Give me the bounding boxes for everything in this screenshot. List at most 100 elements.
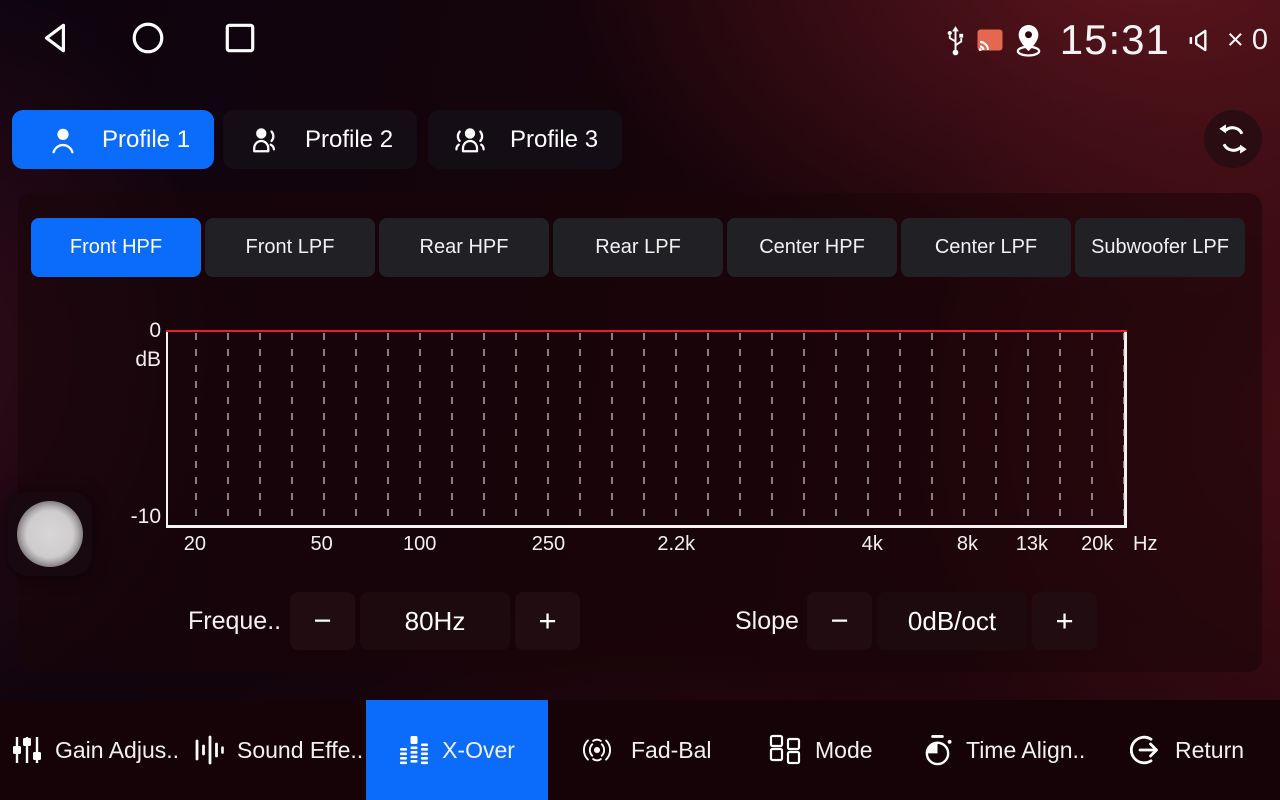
nav-xover[interactable]: X-Over <box>366 700 548 800</box>
sound-effect-icon <box>194 735 224 765</box>
frequency-minus-button[interactable]: − <box>290 592 355 650</box>
status-bar: 15:31 × 0 <box>0 0 1280 80</box>
home-button[interactable] <box>128 18 168 58</box>
nav-return-label: Return <box>1175 737 1244 764</box>
recents-button[interactable] <box>220 18 260 58</box>
gridline <box>547 333 549 525</box>
chart-x-ticks: 20501002502.2k4k8k13k20k <box>166 533 1127 559</box>
slope-value: 0dB/oct <box>877 592 1027 650</box>
mode-icon <box>768 734 802 766</box>
nav-fad-bal[interactable]: Fad-Bal <box>576 700 712 800</box>
gridline <box>355 333 357 525</box>
tab-center-hpf[interactable]: Center HPF <box>727 218 897 277</box>
xover-panel: Front HPF Front LPF Rear HPF Rear LPF Ce… <box>18 193 1262 672</box>
slope-label: Slope <box>735 592 799 650</box>
x-tick-label: 250 <box>532 533 565 556</box>
gridline <box>771 333 773 525</box>
frequency-response-chart <box>166 330 1127 528</box>
nav-sound-effect[interactable]: Sound Effe.. <box>194 700 363 800</box>
gridline <box>643 333 645 525</box>
nav-fad-label: Fad-Bal <box>631 737 712 764</box>
stopwatch-icon <box>922 734 953 767</box>
gridline <box>1059 333 1061 525</box>
equalizer-icon <box>399 735 429 765</box>
gridline <box>259 333 261 525</box>
tab-front-lpf[interactable]: Front LPF <box>205 218 375 277</box>
gridline <box>803 333 805 525</box>
gridline <box>963 333 965 525</box>
users-3-icon <box>454 125 486 155</box>
gridline <box>995 333 997 525</box>
gridline <box>419 333 421 525</box>
gridline <box>451 333 453 525</box>
gridline <box>515 333 517 525</box>
nav-gain-adjust[interactable]: Gain Adjus.. <box>12 700 179 800</box>
profile-1-button[interactable]: Profile 1 <box>12 110 214 169</box>
frequency-plus-button[interactable]: + <box>515 592 580 650</box>
nav-mode[interactable]: Mode <box>768 700 873 800</box>
cast-icon <box>977 29 1003 51</box>
tab-rear-hpf[interactable]: Rear HPF <box>379 218 549 277</box>
profile-2-label: Profile 2 <box>305 126 393 154</box>
x-tick-label: 20 <box>184 533 206 556</box>
android-nav <box>36 18 260 58</box>
x-tick-label: 20k <box>1081 533 1113 556</box>
nav-xover-label: X-Over <box>442 737 515 764</box>
location-icon <box>1014 24 1043 57</box>
frequency-label: Freque.. <box>188 592 281 650</box>
gridline <box>1091 333 1093 525</box>
floating-knob-widget[interactable] <box>8 492 92 576</box>
y-axis-bottom-label: -10 <box>113 505 161 529</box>
slope-minus-button[interactable]: − <box>807 592 872 650</box>
profile-3-button[interactable]: Profile 3 <box>428 110 622 169</box>
gridline <box>387 333 389 525</box>
x-axis-unit-label: Hz <box>1133 533 1157 556</box>
gridline <box>707 333 709 525</box>
tab-rear-lpf[interactable]: Rear LPF <box>553 218 723 277</box>
user-icon <box>48 125 78 155</box>
gridline <box>739 333 741 525</box>
gridline <box>195 333 197 525</box>
gridline <box>899 333 901 525</box>
return-icon <box>1130 734 1162 766</box>
nav-return[interactable]: Return <box>1130 700 1244 800</box>
slope-plus-button[interactable]: + <box>1032 592 1097 650</box>
gridline <box>323 333 325 525</box>
profile-2-button[interactable]: Profile 2 <box>223 110 417 169</box>
tab-center-lpf[interactable]: Center LPF <box>901 218 1071 277</box>
x-tick-label: 100 <box>403 533 436 556</box>
gridline <box>1123 333 1125 525</box>
x-tick-label: 13k <box>1016 533 1048 556</box>
home-icon <box>130 20 166 56</box>
gridline <box>579 333 581 525</box>
refresh-button[interactable] <box>1204 110 1262 168</box>
nav-gain-label: Gain Adjus.. <box>55 737 179 764</box>
gain-icon <box>12 735 42 765</box>
status-icons: 15:31 × 0 <box>945 14 1268 66</box>
profile-3-label: Profile 3 <box>510 126 598 154</box>
gridline <box>227 333 229 525</box>
recents-icon <box>222 20 258 56</box>
x-tick-label: 8k <box>957 533 978 556</box>
frequency-value: 80Hz <box>360 592 510 650</box>
nav-time-label: Time Align.. <box>966 737 1085 764</box>
clock: 15:31 <box>1060 16 1170 64</box>
gridline <box>931 333 933 525</box>
channel-filter-tabs: Front HPF Front LPF Rear HPF Rear LPF Ce… <box>31 218 1245 277</box>
x-tick-label: 50 <box>311 533 333 556</box>
tab-front-hpf[interactable]: Front HPF <box>31 218 201 277</box>
gridline <box>1027 333 1029 525</box>
back-button[interactable] <box>36 18 76 58</box>
knob-icon <box>17 501 83 567</box>
fader-balance-icon <box>576 735 618 765</box>
bottom-nav: Gain Adjus.. Sound Effe.. <box>0 700 1280 800</box>
tab-subwoofer-lpf[interactable]: Subwoofer LPF <box>1075 218 1245 277</box>
users-2-icon <box>249 125 281 155</box>
usb-icon <box>945 25 966 56</box>
nav-mode-label: Mode <box>815 737 873 764</box>
gridline <box>611 333 613 525</box>
gridline <box>675 333 677 525</box>
response-curve <box>166 330 1127 332</box>
x-tick-label: 4k <box>862 533 883 556</box>
nav-time-align[interactable]: Time Align.. <box>922 700 1085 800</box>
